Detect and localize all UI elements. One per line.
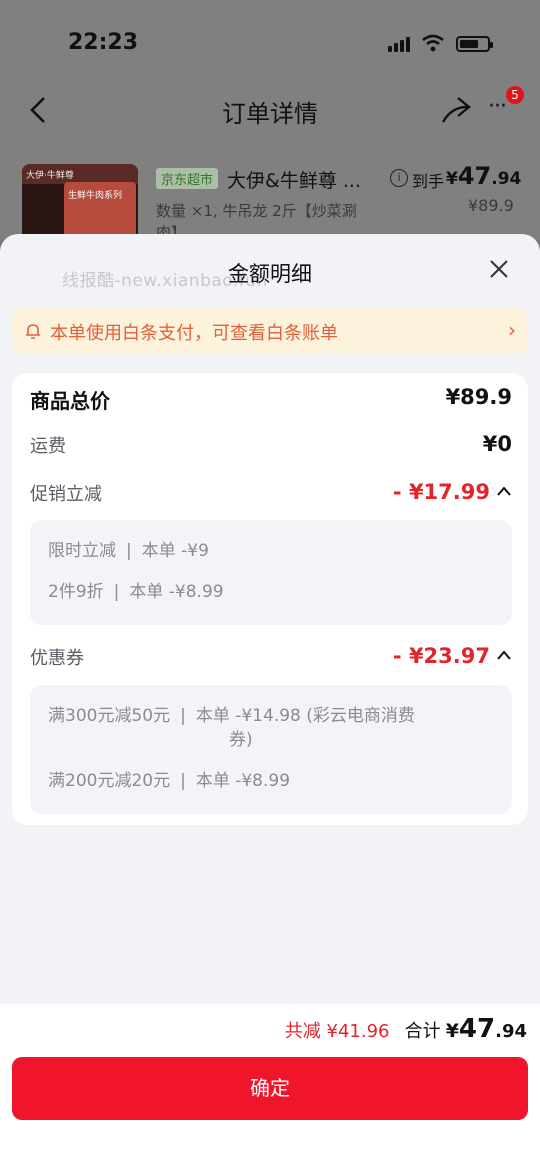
wifi-icon: [422, 34, 444, 52]
chevron-up-icon[interactable]: [496, 648, 512, 662]
close-icon[interactable]: [488, 258, 510, 280]
goods-total-row: 商品总价 ¥89.9: [30, 385, 512, 415]
promo-item: 限时立减 | 本单 -¥9: [48, 541, 209, 561]
breakdown-card: 商品总价 ¥89.9 运费 ¥0 促销立减 - ¥17.99 限时立减 | 本单 -…: [12, 373, 528, 825]
coupon-item: 满300元减50元 | 本单 -¥14.98 (彩云电商消费: [48, 706, 415, 726]
signal-icon: [388, 36, 414, 52]
shipping-row: 运费 ¥0: [30, 432, 512, 462]
total-label: 合计: [404, 1021, 441, 1042]
sheet-title: 金额明细: [228, 262, 312, 286]
bottom-bar: 共减 ¥41.96 合计 ¥47.94 确定: [0, 1004, 540, 1174]
coupon-item: 满200元减20元 | 本单 -¥8.99: [48, 771, 291, 791]
product-name: 大伊&牛鲜尊 ...: [227, 170, 361, 192]
shipping-value: ¥0: [482, 432, 512, 456]
coupon-value: - ¥23.97: [392, 644, 490, 668]
status-time: 22:23: [68, 30, 139, 55]
goods-total-label: 商品总价: [30, 389, 110, 413]
bell-icon: [26, 324, 40, 339]
promo-label: 促销立减: [30, 484, 102, 505]
battery-icon: [456, 36, 493, 52]
nav-bar: 订单详情 ···: [0, 84, 540, 136]
goods-total-value: ¥89.9: [445, 385, 512, 409]
original-price: ¥89.9: [468, 196, 514, 215]
status-bar: 22:23: [0, 28, 540, 60]
baitiao-notice[interactable]: 本单使用白条支付，可查看白条账单 ›: [12, 308, 528, 354]
shipping-label: 运费: [30, 436, 66, 457]
promo-item: 2件9折 | 本单 -¥8.99: [48, 582, 224, 602]
coupon-item-continued: 券): [229, 730, 253, 750]
chevron-up-icon[interactable]: [496, 484, 512, 498]
background-page: 22:23 订单详情 ··· 5 大伊·牛鲜尊 生鲜牛肉系列 京东超市 大伊&牛…: [0, 0, 540, 244]
confirm-button[interactable]: 确定: [12, 1057, 528, 1120]
product-thumbnail: 大伊·牛鲜尊 生鲜牛肉系列: [22, 164, 138, 244]
notice-text: 本单使用白条支付，可查看白条账单: [50, 323, 338, 344]
share-icon[interactable]: [438, 94, 472, 124]
info-icon[interactable]: i: [390, 169, 408, 187]
coupon-detail-box: 满300元减50元 | 本单 -¥14.98 (彩云电商消费 券) 满200元减20…: [30, 685, 512, 814]
promo-row[interactable]: 促销立减 - ¥17.99: [30, 480, 512, 510]
total-amount: ¥47.94: [445, 1014, 527, 1044]
product-summary: 大伊·牛鲜尊 生鲜牛肉系列 京东超市 大伊&牛鲜尊 ... 数量 ×1, 牛吊龙…: [22, 162, 522, 244]
promo-detail-box: 限时立减 | 本单 -¥9 2件9折 | 本单 -¥8.99: [30, 520, 512, 625]
coupon-row[interactable]: 优惠券 - ¥23.97: [30, 644, 512, 674]
coupon-label: 优惠券: [30, 648, 84, 669]
final-price-label: 到手: [412, 172, 445, 191]
total-summary: 共减 ¥41.96 合计 ¥47.94: [285, 1014, 527, 1046]
chevron-right-icon: ›: [508, 318, 516, 342]
notification-badge: 5: [506, 86, 524, 104]
final-price: ¥47.94: [446, 162, 522, 190]
total-reduce: 共减 ¥41.96: [284, 1021, 390, 1042]
store-tag: 京东超市: [156, 168, 219, 189]
promo-value: - ¥17.99: [392, 480, 490, 504]
